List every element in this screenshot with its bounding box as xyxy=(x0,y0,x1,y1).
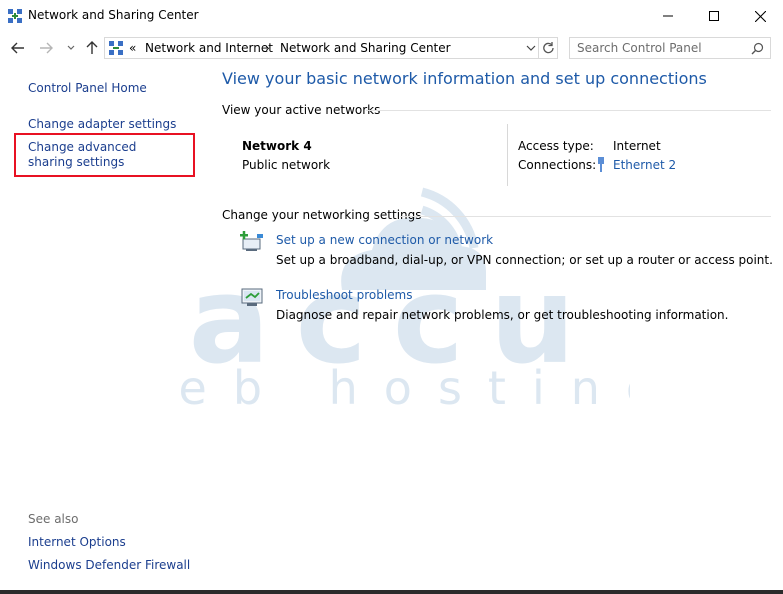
see-also-label: See also xyxy=(28,512,79,526)
title-bar: Network and Sharing Center xyxy=(0,0,783,32)
up-arrow-icon xyxy=(86,41,98,54)
ethernet-2-link[interactable]: Ethernet 2 xyxy=(613,158,676,172)
window-title: Network and Sharing Center xyxy=(28,8,199,22)
forward-arrow-icon xyxy=(40,42,53,54)
breadcrumb-network-internet[interactable]: Network and Internet xyxy=(145,41,273,55)
back-button[interactable] xyxy=(8,38,28,58)
page-title: View your basic network information and … xyxy=(222,69,707,88)
network-type-link[interactable]: Public network xyxy=(242,158,330,172)
bottom-border xyxy=(0,590,783,594)
access-type-label: Access type: xyxy=(518,139,594,153)
minimize-icon xyxy=(663,15,673,17)
network-app-icon xyxy=(8,9,22,23)
breadcrumb-overflow[interactable]: « xyxy=(129,41,136,55)
connections-label: Connections: xyxy=(518,158,597,172)
network-name: Network 4 xyxy=(242,139,312,153)
troubleshoot-description: Diagnose and repair network problems, or… xyxy=(276,308,729,322)
forward-button[interactable] xyxy=(36,38,56,58)
control-panel-home-link[interactable]: Control Panel Home xyxy=(28,81,147,95)
control-panel-icon xyxy=(109,41,123,55)
internet-options-link[interactable]: Internet Options xyxy=(28,535,126,549)
breadcrumb-network-sharing[interactable]: Network and Sharing Center xyxy=(280,41,451,55)
address-divider xyxy=(538,38,539,58)
troubleshoot-problems-link[interactable]: Troubleshoot problems xyxy=(276,288,412,302)
up-button[interactable] xyxy=(82,38,102,58)
watermark-line2: web hosting xyxy=(160,361,630,412)
active-networks-label: View your active networks xyxy=(222,103,381,117)
refresh-icon[interactable] xyxy=(542,41,555,55)
setup-connection-link[interactable]: Set up a new connection or network xyxy=(276,233,493,247)
section-divider xyxy=(366,110,771,111)
search-box[interactable] xyxy=(569,37,771,59)
new-connection-icon xyxy=(240,231,263,251)
back-arrow-icon xyxy=(11,42,24,54)
address-dropdown-icon[interactable] xyxy=(526,45,536,52)
breadcrumb-separator[interactable]: › xyxy=(265,41,270,55)
search-icon[interactable] xyxy=(751,42,764,55)
address-bar[interactable]: « Network and Internet › Network and Sha… xyxy=(104,37,558,59)
troubleshoot-icon xyxy=(241,288,263,306)
change-advanced-sharing-settings-link[interactable]: Change advanced sharing settings xyxy=(28,140,178,170)
network-divider xyxy=(507,124,508,186)
windows-defender-firewall-link[interactable]: Windows Defender Firewall xyxy=(28,558,190,572)
close-button[interactable] xyxy=(737,0,783,32)
ethernet-icon xyxy=(598,157,604,172)
change-settings-label: Change your networking settings xyxy=(222,208,422,222)
maximize-button[interactable] xyxy=(691,0,737,32)
minimize-button[interactable] xyxy=(645,0,691,32)
close-icon xyxy=(754,10,766,22)
maximize-icon xyxy=(709,11,719,21)
section-divider xyxy=(400,216,771,217)
change-adapter-settings-link[interactable]: Change adapter settings xyxy=(28,117,176,131)
chevron-down-icon xyxy=(67,45,75,50)
setup-connection-description: Set up a broadband, dial-up, or VPN conn… xyxy=(276,253,773,267)
access-type-value: Internet xyxy=(613,139,661,153)
recent-locations-button[interactable] xyxy=(61,38,81,58)
search-input[interactable] xyxy=(577,41,747,55)
